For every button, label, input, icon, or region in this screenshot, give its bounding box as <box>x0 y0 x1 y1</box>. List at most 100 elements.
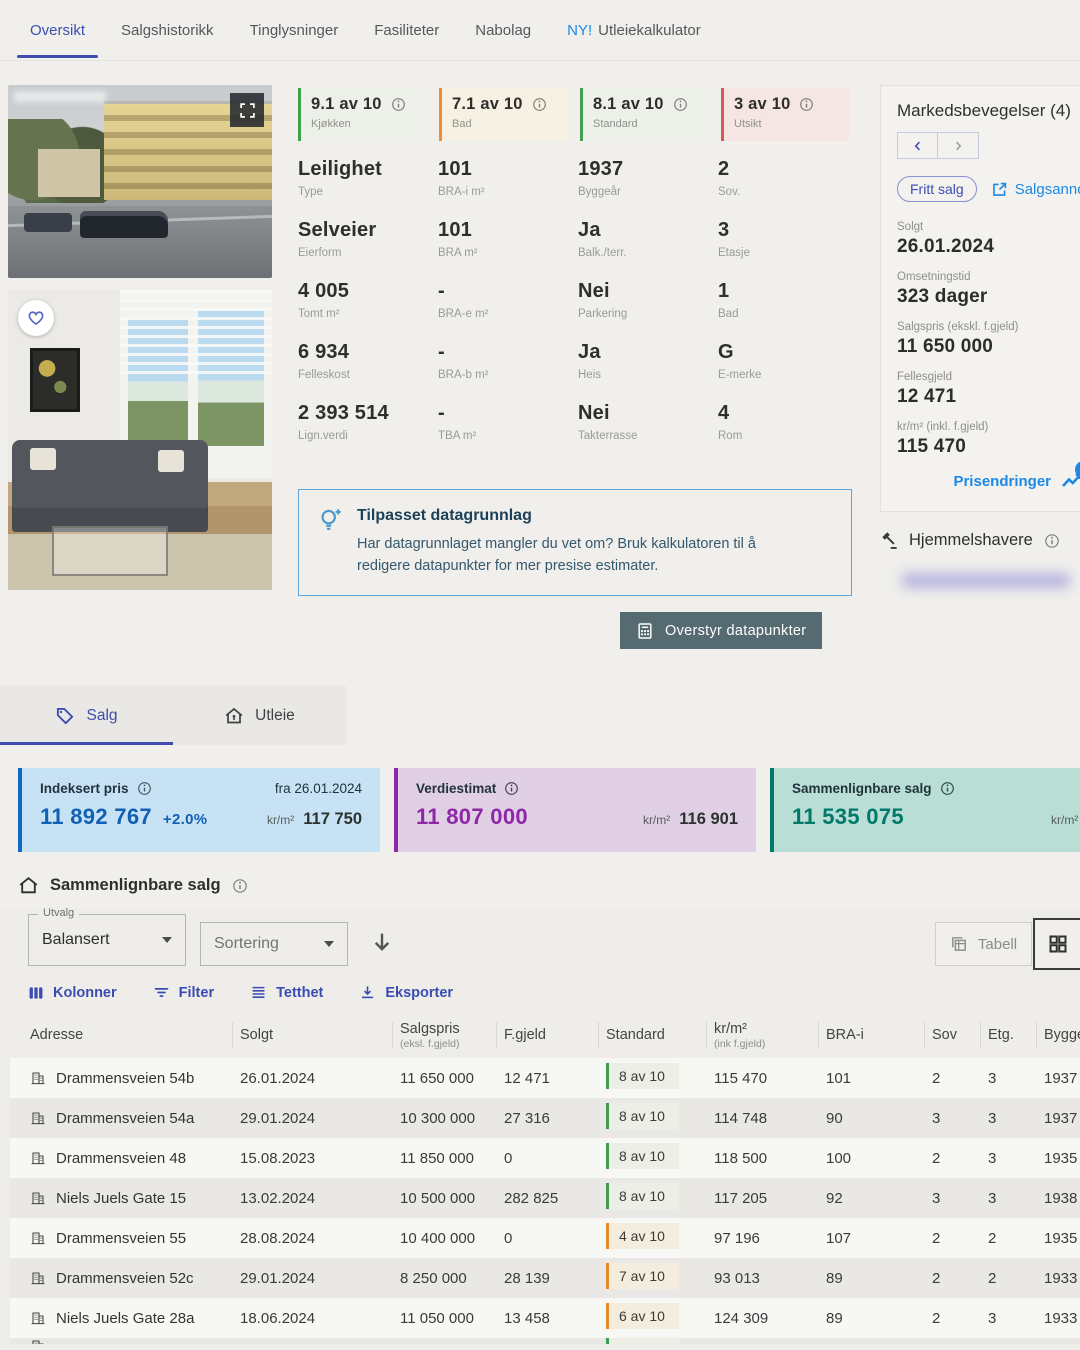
col-header-etg[interactable]: Etg. <box>980 1012 1036 1058</box>
col-label: BRA-i <box>826 1027 864 1043</box>
cell-address: Drammensveien 55 <box>56 1229 187 1247</box>
cell-price: 11 850 000 <box>400 1149 474 1167</box>
col-header-fgjeld[interactable]: F.gjeld <box>496 1012 598 1058</box>
tab-salg[interactable]: Salg <box>0 686 173 745</box>
export-button[interactable]: Eksporter <box>359 984 453 1001</box>
col-header-adresse[interactable]: Adresse <box>10 1012 232 1058</box>
favorite-button[interactable] <box>18 300 54 336</box>
cell-standard: 8 av 10 <box>619 1188 665 1204</box>
info-icon[interactable] <box>532 97 547 112</box>
col-header-bra-i[interactable]: BRA-i <box>818 1012 924 1058</box>
info-icon[interactable] <box>673 97 688 112</box>
grid-view-button[interactable] <box>1033 918 1080 970</box>
building-icon <box>30 1230 46 1246</box>
detail-label: TBA m² <box>438 430 477 442</box>
sorting-dropdown[interactable]: Sortering <box>200 922 348 966</box>
col-label: Solgt <box>240 1027 274 1043</box>
tab-tinglysninger[interactable]: Tinglysninger <box>250 0 339 60</box>
score-value: 9.1 av 10 <box>311 95 382 113</box>
next-button[interactable] <box>938 132 979 159</box>
cell-floor: 3 <box>988 1109 997 1127</box>
info-icon[interactable] <box>137 781 152 796</box>
sqm-value: 117 750 <box>303 810 362 828</box>
col-header-byggear[interactable]: Byggeår <box>1036 1012 1080 1058</box>
table-row[interactable]: Drammensveien 48 15.08.2023 11 850 000 0… <box>10 1138 1080 1178</box>
street-view-neighbor-building <box>38 149 100 197</box>
cell-floor: 2 <box>988 1269 997 1287</box>
standard-badge-bar <box>606 1263 609 1289</box>
columns-button[interactable]: Kolonner <box>28 985 117 1001</box>
detail-label: Bad <box>718 308 739 320</box>
col-header-salgspris[interactable]: Salgspris (eksl. f.gjeld) <box>392 1012 496 1058</box>
table-row[interactable]: Drammensveien 55 28.08.2024 10 400 000 0… <box>10 1218 1080 1258</box>
tab-oversikt[interactable]: Oversikt <box>16 0 99 60</box>
table-row[interactable]: Drammensveien 52c 29.01.2024 8 250 000 2… <box>10 1258 1080 1298</box>
score-label: Utsikt <box>734 118 762 130</box>
fullscreen-button[interactable] <box>230 93 264 127</box>
table-body: Drammensveien 54b 26.01.2024 11 650 000 … <box>10 1058 1080 1344</box>
table-row[interactable]: Niels Juels Gate 15 13.02.2024 10 500 00… <box>10 1178 1080 1218</box>
previous-button[interactable] <box>897 132 938 159</box>
tab-nabolag[interactable]: Nabolag <box>475 0 531 60</box>
score-value: 3 av 10 <box>734 95 791 113</box>
interior-pillow <box>30 448 56 470</box>
market-field-value: 323 dager <box>897 286 988 307</box>
stat-date: fra 26.01.2024 <box>274 781 362 796</box>
override-datapoints-button[interactable]: Overstyr datapunkter <box>620 612 823 649</box>
info-icon[interactable] <box>940 781 955 796</box>
info-box-body: Har datagrunnlaget mangler du vet om? Br… <box>357 536 756 574</box>
table-row[interactable]: Drammensveien 54a 29.01.2024 10 300 000 … <box>10 1098 1080 1138</box>
table-row[interactable] <box>10 1338 1080 1344</box>
info-icon[interactable] <box>1044 533 1060 549</box>
sales-ad-link[interactable]: Salgsannonse <box>991 181 1080 198</box>
stat-card-value-estimate: Verdiestimat 11 807 000 kr/m² 116 901 <box>394 768 756 852</box>
cell-shared-debt: 0 <box>504 1149 513 1167</box>
filter-button[interactable]: Filter <box>153 984 214 1001</box>
sort-direction-button[interactable] <box>366 926 398 958</box>
building-icon <box>30 1070 46 1086</box>
density-button[interactable]: Tetthet <box>250 984 323 1001</box>
col-header-standard[interactable]: Standard <box>598 1012 706 1058</box>
info-icon[interactable] <box>799 97 814 112</box>
price-changes-link[interactable]: Prisendringer 5 <box>897 461 1080 492</box>
tab-salgshistorikk[interactable]: Salgshistorikk <box>121 0 214 60</box>
col-header-sov[interactable]: Sov <box>924 1012 980 1058</box>
detail-cell: 4 Rom <box>718 402 858 442</box>
detail-label: BRA m² <box>438 247 478 259</box>
cell-price: 11 650 000 <box>400 1069 474 1087</box>
cell-bra: 107 <box>826 1229 852 1247</box>
tab-utleiekalkulator[interactable]: NY! Utleiekalkulator <box>567 0 701 60</box>
detail-value: 1937 <box>578 158 624 180</box>
cell-sold-date: 18.06.2024 <box>240 1309 316 1327</box>
stat-value: 11 892 767 <box>40 804 152 829</box>
sqm-unit: kr/m² <box>642 813 671 827</box>
selection-dropdown[interactable]: Utvalg Balansert <box>28 907 186 966</box>
cell-price: 8 250 000 <box>400 1269 467 1287</box>
comparable-sales-title: Sammenlignbare salg <box>50 876 221 894</box>
info-icon[interactable] <box>504 781 519 796</box>
cell-standard: 4 av 10 <box>619 1228 665 1244</box>
interior-photo[interactable] <box>8 290 272 590</box>
table-row[interactable]: Niels Juels Gate 28a 18.06.2024 11 050 0… <box>10 1298 1080 1338</box>
cell-address: Niels Juels Gate 15 <box>56 1189 187 1207</box>
tab-fasiliteter[interactable]: Fasiliteter <box>374 0 439 60</box>
col-header-solgt[interactable]: Solgt <box>232 1012 392 1058</box>
detail-label: Byggeår <box>578 186 621 198</box>
cell-price-per-sqm: 114 748 <box>714 1109 768 1127</box>
col-header-krm2[interactable]: kr/m² (ink f.gjeld) <box>706 1012 818 1058</box>
tab-utleie[interactable]: Utleie <box>173 686 346 745</box>
detail-cell: Leilighet Type <box>298 158 438 198</box>
cell-build-year: 1935 <box>1044 1229 1078 1247</box>
info-icon[interactable] <box>391 97 406 112</box>
table-view-button[interactable]: Tabell <box>935 922 1032 966</box>
street-view-image[interactable] <box>8 85 272 278</box>
score-card-bathroom: 7.1 av 10 Bad <box>439 88 567 141</box>
info-icon[interactable] <box>232 878 248 894</box>
standard-badge-bar <box>606 1223 609 1249</box>
street-view-watermark-blur <box>14 91 106 102</box>
comparable-sales-header: Sammenlignbare salg <box>18 875 248 896</box>
stat-title: Verdiestimat <box>416 781 497 796</box>
standard-badge: 6 av 10 <box>606 1303 679 1329</box>
table-row[interactable]: Drammensveien 54b 26.01.2024 11 650 000 … <box>10 1058 1080 1098</box>
cell-price: 10 300 000 <box>400 1109 476 1127</box>
